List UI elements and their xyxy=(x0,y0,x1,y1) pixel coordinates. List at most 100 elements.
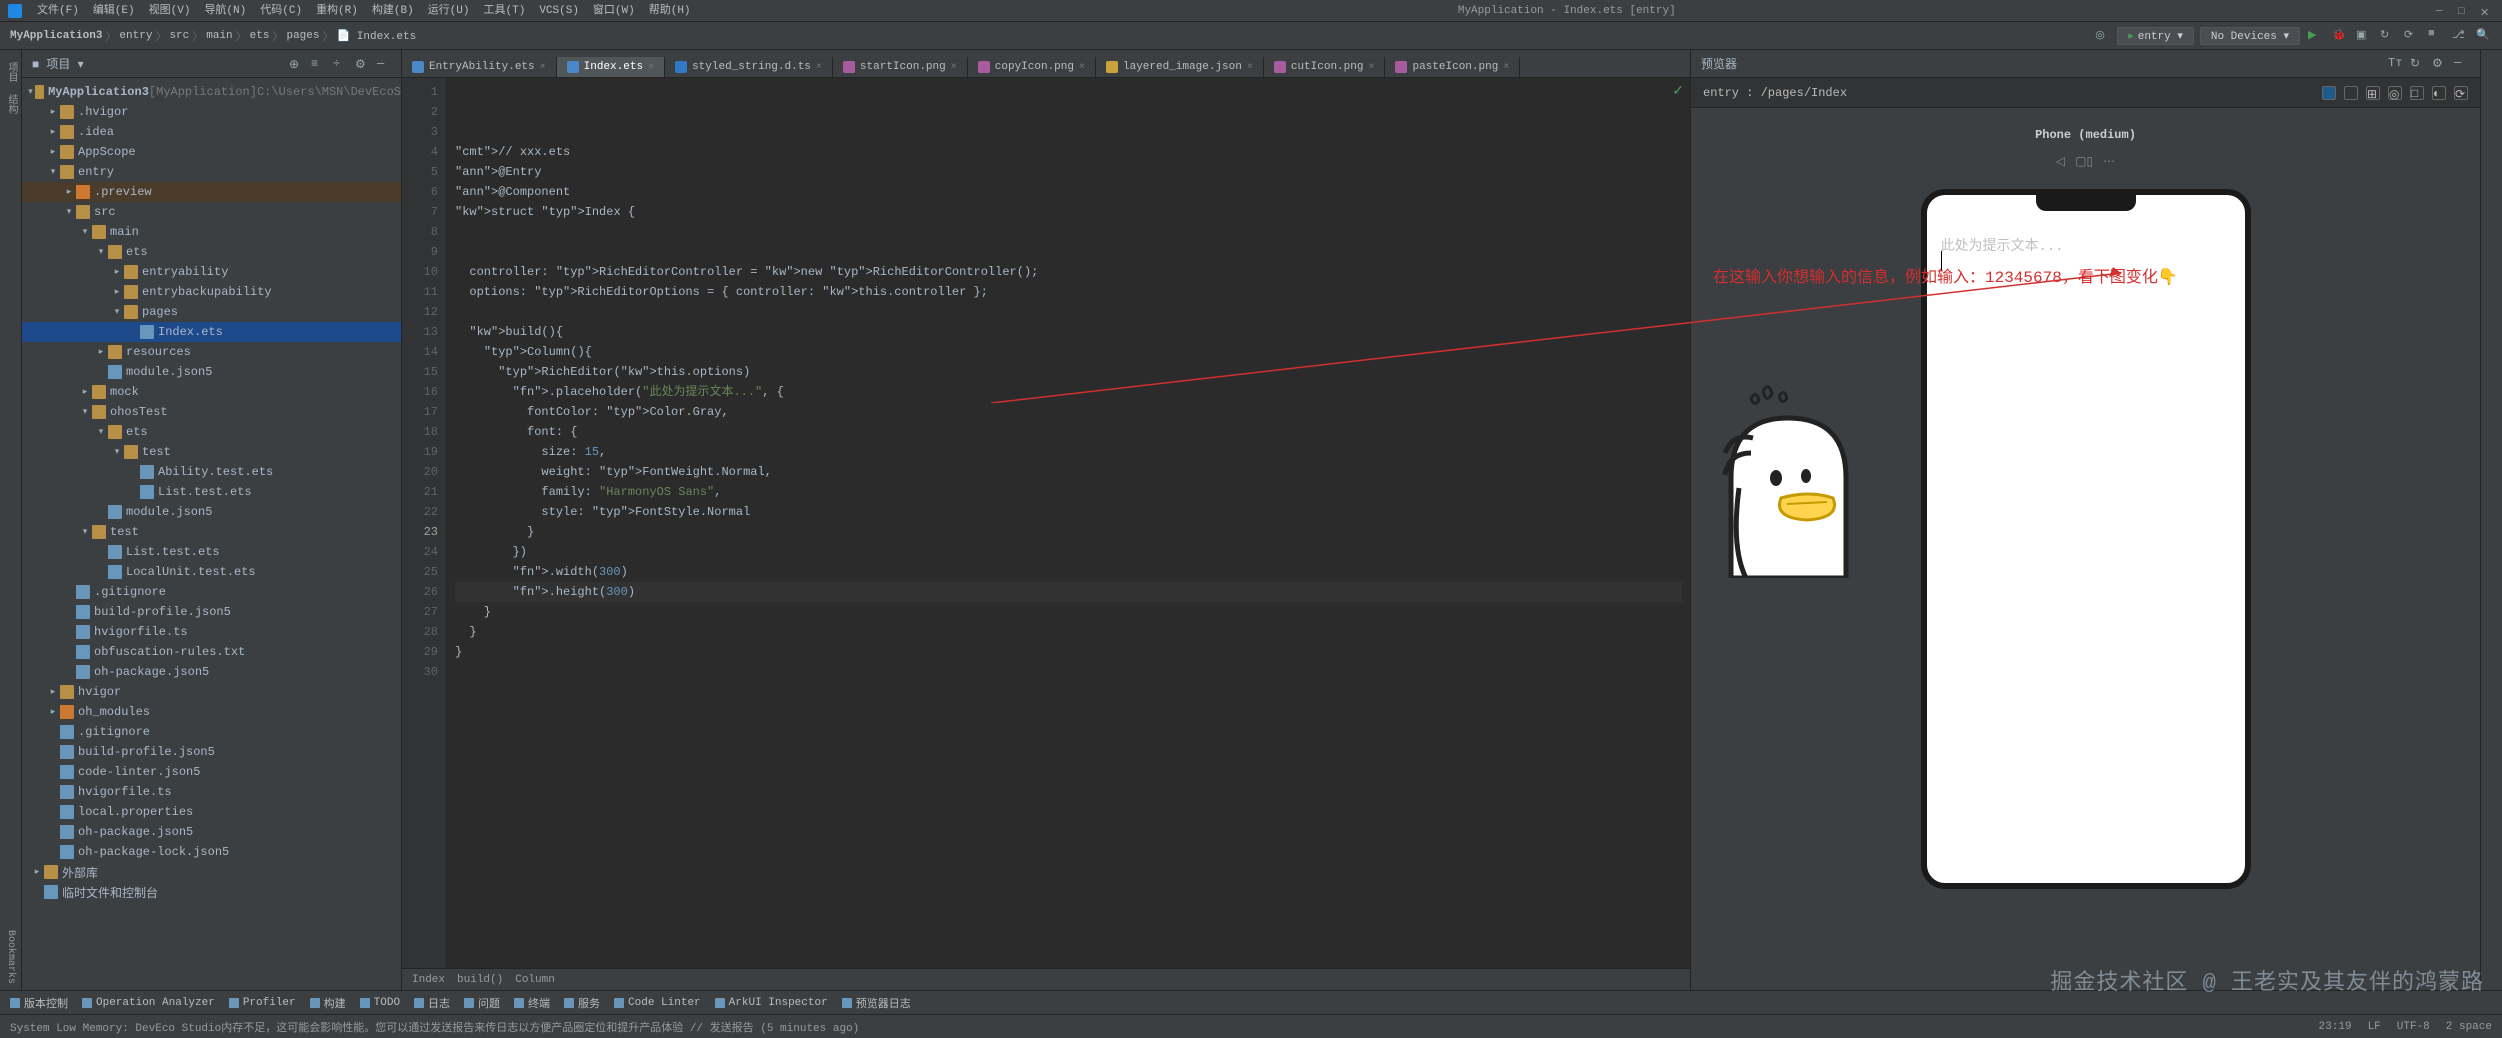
tree-item[interactable]: Index.ets xyxy=(22,322,401,342)
menu-item[interactable]: 运行(U) xyxy=(421,0,477,22)
font-tt-icon[interactable]: Tт xyxy=(2388,56,2404,72)
close-icon[interactable]: ✕ xyxy=(2480,6,2490,16)
stop-icon[interactable]: ■ xyxy=(2428,28,2444,44)
tree-item[interactable]: hvigorfile.ts xyxy=(22,782,401,802)
tree-item[interactable]: ▾ets xyxy=(22,422,401,442)
tree-item[interactable]: LocalUnit.test.ets xyxy=(22,562,401,582)
tree-item[interactable]: build-profile.json5 xyxy=(22,602,401,622)
tree-item[interactable]: ▸.hvigor xyxy=(22,102,401,122)
breadcrumb-item[interactable]: entry xyxy=(119,30,152,42)
editor-breadcrumb-item[interactable]: build() xyxy=(457,974,503,986)
tree-item[interactable]: List.test.ets xyxy=(22,482,401,502)
tree-item[interactable]: oh-package.json5 xyxy=(22,822,401,842)
tree-item[interactable]: ▾pages xyxy=(22,302,401,322)
preview-opt3-icon[interactable]: ⊞ xyxy=(2366,86,2380,100)
target-icon[interactable]: ◎ xyxy=(2095,28,2111,44)
tree-item[interactable]: ▸resources xyxy=(22,342,401,362)
tree-item[interactable]: 临时文件和控制台 xyxy=(22,882,401,902)
tree-item[interactable]: code-linter.json5 xyxy=(22,762,401,782)
breadcrumb-item[interactable]: main xyxy=(206,30,232,42)
code-editor[interactable]: ✓ "cmt">// xxx.ets"ann">@Entry"ann">@Com… xyxy=(447,78,1690,968)
project-tool-tab[interactable]: 项目 xyxy=(3,62,18,82)
editor-breadcrumb-item[interactable]: Column xyxy=(515,974,555,986)
gear-icon[interactable]: ⚙ xyxy=(355,57,369,71)
maximize-icon[interactable]: □ xyxy=(2458,6,2468,16)
tree-item[interactable]: module.json5 xyxy=(22,362,401,382)
bottom-tool-item[interactable]: Profiler xyxy=(229,997,296,1009)
tree-item[interactable]: ▾ets xyxy=(22,242,401,262)
preview-opt4-icon[interactable]: ◎ xyxy=(2388,86,2402,100)
search-icon[interactable]: 🔍 xyxy=(2476,28,2492,44)
profiler-icon[interactable]: ⟳ xyxy=(2404,28,2420,44)
minimize-panel-icon[interactable]: ─ xyxy=(2454,56,2470,72)
tree-item[interactable]: local.properties xyxy=(22,802,401,822)
bottom-tool-item[interactable]: 服务 xyxy=(564,995,600,1011)
editor-tab[interactable]: copyIcon.png× xyxy=(968,57,1096,77)
attach-icon[interactable]: ↻ xyxy=(2380,28,2396,44)
tree-item[interactable]: ▸oh_modules xyxy=(22,702,401,722)
tree-item[interactable]: Ability.test.ets xyxy=(22,462,401,482)
bottom-tool-item[interactable]: 日志 xyxy=(414,995,450,1011)
tree-item[interactable]: ▸.preview xyxy=(22,182,401,202)
editor-tab[interactable]: pasteIcon.png× xyxy=(1385,57,1520,77)
tree-item[interactable]: module.json5 xyxy=(22,502,401,522)
menu-item[interactable]: 工具(T) xyxy=(477,0,533,22)
dev-more-icon[interactable]: ⋯ xyxy=(2103,154,2115,169)
menu-item[interactable]: 构建(B) xyxy=(365,0,421,22)
git-icon[interactable]: ⎇ xyxy=(2452,28,2468,44)
editor-tab[interactable]: layered_image.json× xyxy=(1096,57,1264,77)
editor-tab[interactable]: cutIcon.png× xyxy=(1264,57,1386,77)
tree-root[interactable]: ▾MyApplication3 [MyApplication] C:\Users… xyxy=(22,82,401,102)
tree-item[interactable]: ▸mock xyxy=(22,382,401,402)
settings-icon[interactable]: ⚙ xyxy=(2432,56,2448,72)
dev-prev-icon[interactable]: ◁ xyxy=(2056,154,2065,169)
tree-item[interactable]: oh-package.json5 xyxy=(22,662,401,682)
tree-item[interactable]: build-profile.json5 xyxy=(22,742,401,762)
editor-tab[interactable]: EntryAbility.ets× xyxy=(402,57,557,77)
editor-breadcrumb-item[interactable]: Index xyxy=(412,974,445,986)
menu-item[interactable]: 帮助(H) xyxy=(642,0,698,22)
menu-item[interactable]: 文件(F) xyxy=(30,0,86,22)
editor-breadcrumb[interactable]: Index build() Column xyxy=(402,968,1690,990)
menu-item[interactable]: 窗口(W) xyxy=(586,0,642,22)
line-ending[interactable]: LF xyxy=(2368,1021,2381,1033)
tree-item[interactable]: ▸entrybackupability xyxy=(22,282,401,302)
breadcrumb-item[interactable]: ets xyxy=(250,30,270,42)
bottom-tool-item[interactable]: 终端 xyxy=(514,995,550,1011)
refresh-icon[interactable]: ↻ xyxy=(2410,56,2426,72)
tree-item[interactable]: ▸entryability xyxy=(22,262,401,282)
tree-item[interactable]: ▾test xyxy=(22,442,401,462)
tree-item[interactable]: ▾main xyxy=(22,222,401,242)
project-tree[interactable]: ▾MyApplication3 [MyApplication] C:\Users… xyxy=(22,78,401,990)
menu-item[interactable]: 导航(N) xyxy=(197,0,253,22)
preview-opt6-icon[interactable]: ◐ xyxy=(2432,86,2446,100)
locate-icon[interactable]: ⊕ xyxy=(289,57,303,71)
bottom-tool-item[interactable]: ArkUI Inspector xyxy=(715,997,828,1009)
run-config-dropdown[interactable]: ▸entry ▾ xyxy=(2117,27,2194,45)
tree-item[interactable]: ▾entry xyxy=(22,162,401,182)
breadcrumb-item[interactable]: src xyxy=(169,30,189,42)
editor-tab[interactable]: styled_string.d.ts× xyxy=(665,57,833,77)
tree-item[interactable]: ▸AppScope xyxy=(22,142,401,162)
devices-dropdown[interactable]: No Devices ▾ xyxy=(2200,27,2300,45)
tree-item[interactable]: ▸hvigor xyxy=(22,682,401,702)
preview-opt7-icon[interactable]: ⟳ xyxy=(2454,86,2468,100)
bottom-tool-item[interactable]: 版本控制 xyxy=(10,995,68,1011)
breadcrumb-item[interactable]: MyApplication3 xyxy=(10,30,102,42)
breadcrumb-item[interactable]: pages xyxy=(286,30,319,42)
bookmarks-tool-tab[interactable]: Bookmarks xyxy=(5,930,16,984)
bottom-tool-item[interactable]: Code Linter xyxy=(614,997,701,1009)
indent-info[interactable]: 2 space xyxy=(2446,1021,2492,1033)
preview-opt1-icon[interactable] xyxy=(2322,86,2336,100)
collapse-icon[interactable]: ≡ xyxy=(311,57,325,71)
tree-item[interactable]: .gitignore xyxy=(22,722,401,742)
bottom-tool-item[interactable]: 问题 xyxy=(464,995,500,1011)
preview-opt2-icon[interactable] xyxy=(2344,86,2358,100)
dev-rotate-icon[interactable]: ▢▯ xyxy=(2075,154,2093,169)
bottom-tool-item[interactable]: TODO xyxy=(360,997,400,1009)
tree-item[interactable]: ▸外部库 xyxy=(22,862,401,882)
tree-item[interactable]: ▾test xyxy=(22,522,401,542)
bottom-tool-item[interactable]: 预览器日志 xyxy=(842,995,911,1011)
minimize-icon[interactable]: ─ xyxy=(2436,6,2446,16)
debug-icon[interactable]: 🐞 xyxy=(2332,28,2348,44)
